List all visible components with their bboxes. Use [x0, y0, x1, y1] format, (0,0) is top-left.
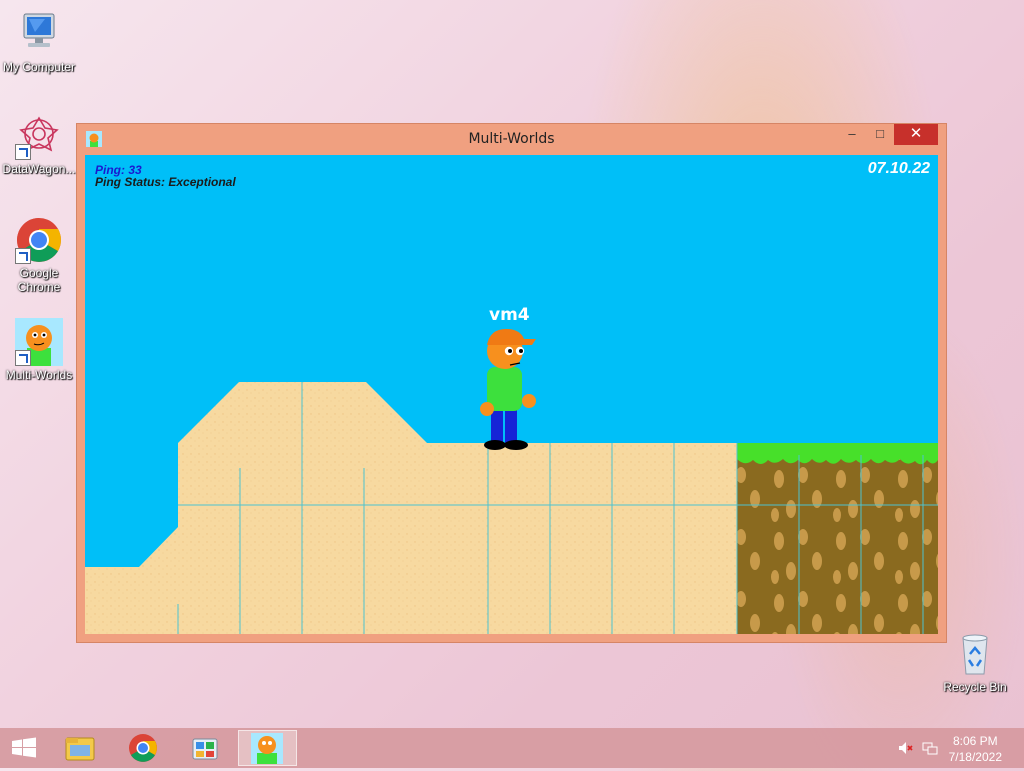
window-titlebar[interactable]: Multi-Worlds – □ ✕	[77, 124, 946, 154]
desktop-icon-label: Multi-Worlds	[5, 368, 73, 382]
network-icon[interactable]	[922, 740, 938, 756]
taskbar-multi-worlds[interactable]	[238, 730, 297, 766]
desktop-icon-google-chrome[interactable]: Google Chrome	[0, 216, 79, 294]
close-button[interactable]: ✕	[894, 124, 938, 145]
multiworlds-icon	[251, 733, 283, 764]
desktop-icon-label: Recycle Bin	[943, 680, 1007, 694]
chrome-icon	[129, 734, 157, 762]
desktop-icon-label: DataWagon...	[2, 162, 76, 176]
game-canvas[interactable]: Ping: 33 Ping Status: Exceptional 07.10.…	[85, 155, 938, 634]
player-character	[480, 329, 536, 450]
clock-date: 7/18/2022	[948, 750, 1002, 764]
minimize-button[interactable]: –	[838, 124, 866, 145]
shortcut-arrow-icon	[15, 248, 31, 264]
dirt-terrain	[737, 443, 938, 634]
chrome-icon	[15, 216, 63, 264]
start-icon	[12, 737, 36, 758]
file-explorer-icon	[65, 737, 95, 761]
desktop-icon-label: My Computer	[2, 60, 76, 74]
desktop-icon-recycle-bin[interactable]: Recycle Bin	[935, 630, 1015, 694]
player-name-label: vm4	[489, 305, 530, 325]
recycle-bin-icon	[951, 630, 999, 678]
control-panel-icon	[192, 738, 218, 760]
taskbar-file-explorer[interactable]	[52, 730, 108, 766]
volume-muted-icon[interactable]	[897, 740, 913, 756]
taskbar-control-panel[interactable]	[177, 730, 233, 766]
desktop-icon-datawagon[interactable]: DataWagon...	[0, 112, 79, 176]
clock-time: 8:06 PM	[952, 734, 998, 748]
game-date: 07.10.22	[867, 160, 930, 177]
computer-icon	[15, 10, 63, 58]
game-window[interactable]: Multi-Worlds – □ ✕ Ping: 33 Ping Status:…	[77, 124, 946, 642]
desktop-icon-my-computer[interactable]: My Computer	[0, 10, 79, 74]
taskbar: 8:06 PM 7/18/2022	[0, 728, 1024, 768]
taskbar-chrome[interactable]	[115, 730, 171, 766]
multiworlds-icon	[15, 318, 63, 366]
sand-terrain	[85, 382, 737, 634]
game-world	[85, 329, 938, 634]
shortcut-arrow-icon	[15, 144, 31, 160]
system-clock[interactable]: 8:06 PM 7/18/2022	[949, 733, 1002, 765]
maximize-button[interactable]: □	[866, 124, 894, 145]
desktop-icon-label: Google Chrome	[17, 266, 61, 294]
start-button[interactable]	[0, 730, 48, 766]
ping-hud: Ping: 33 Ping Status: Exceptional	[95, 164, 236, 188]
ping-status: Ping Status: Exceptional	[95, 175, 236, 189]
datawagon-icon	[15, 112, 63, 160]
shortcut-arrow-icon	[15, 350, 31, 366]
desktop-icon-multi-worlds[interactable]: Multi-Worlds	[0, 318, 79, 382]
window-title: Multi-Worlds	[468, 131, 555, 147]
